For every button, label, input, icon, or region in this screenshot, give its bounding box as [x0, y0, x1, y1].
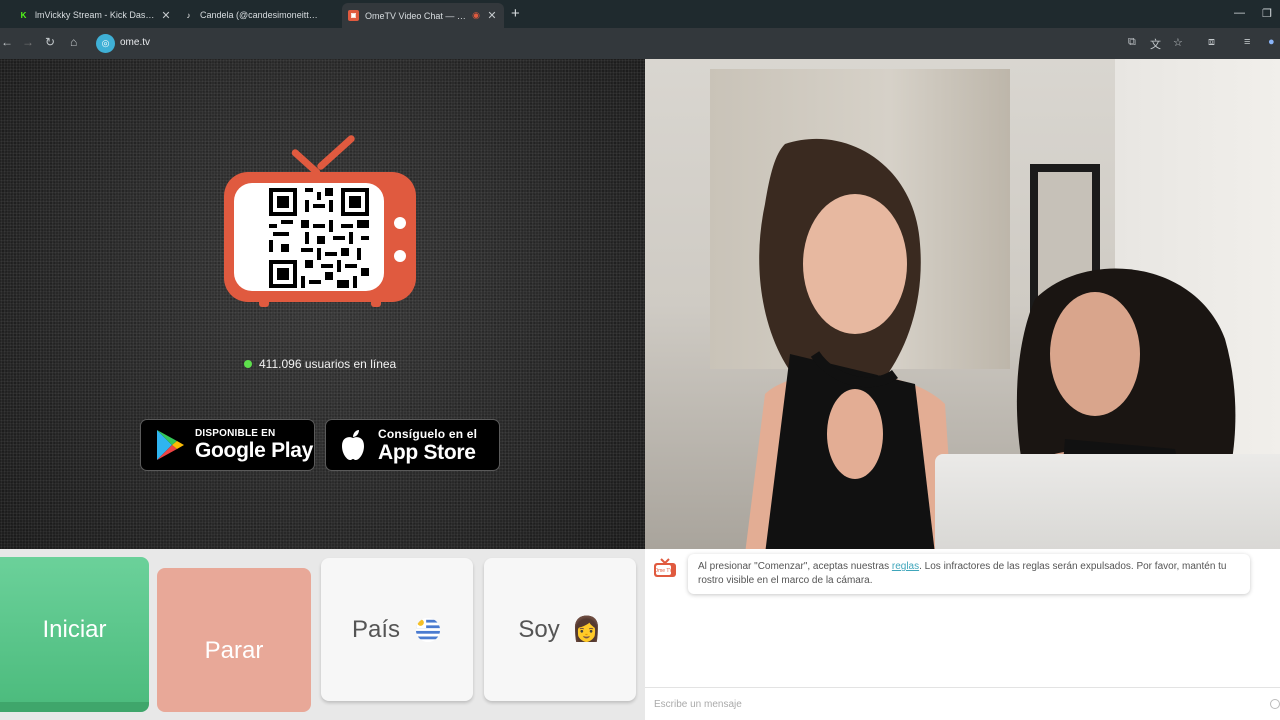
back-icon[interactable]: ←	[1, 35, 13, 49]
kick-icon: K	[20, 10, 27, 20]
tab-title: lmVickky Stream - Kick Dashbo	[35, 10, 156, 20]
address-bar[interactable]: ome.tv	[120, 37, 150, 48]
tv-foot	[371, 299, 381, 307]
tv-qr-logo	[224, 133, 416, 312]
cast-icon[interactable]: ⧉	[1128, 36, 1136, 49]
online-counter: 411.096 usuarios en línea	[244, 357, 396, 371]
antenna-right	[315, 133, 357, 172]
send-icon[interactable]	[1270, 699, 1280, 709]
restore-icon[interactable]: ❐	[1262, 7, 1272, 20]
extensions-icon[interactable]: ⧈	[1208, 36, 1215, 49]
browser-toolbar: ← → ↻ ⌂ ◎ ome.tv ⧉ 文 ☆ ⧈ ≡ ●	[0, 28, 1280, 59]
apple-icon	[336, 428, 370, 462]
tab-title: Candela (@candesimoneitt_) |	[200, 10, 319, 20]
message-input[interactable]	[645, 688, 1265, 720]
system-message: Al presionar "Comenzar", aceptas nuestra…	[688, 554, 1250, 594]
forward-icon[interactable]: →	[22, 35, 34, 49]
start-button[interactable]: Iniciar	[0, 557, 149, 712]
app-store-small-text: Consíguelo en el	[378, 426, 478, 441]
google-play-small-text: DISPONIBLE EN	[195, 428, 276, 439]
chat-controls: Iniciar Parar País Soy 👩	[0, 549, 645, 720]
google-play-big-text: Google Play	[195, 439, 314, 462]
online-count-text: 411.096 usuarios en línea	[259, 357, 397, 371]
tab-strip: K lmVickky Stream - Kick Dashbo ✕ ♪ Cand…	[0, 0, 1280, 28]
new-tab-icon[interactable]: +	[511, 5, 520, 22]
message-input-bar	[645, 687, 1280, 720]
country-selector[interactable]: País	[321, 558, 473, 701]
tab-ometv[interactable]: ▣ OmeTV Video Chat — Ome ◉ ✕	[342, 3, 504, 28]
reload-icon[interactable]: ↻	[45, 35, 55, 49]
ometv-icon: ▣	[348, 10, 359, 21]
site-info-icon[interactable]: ◎	[96, 34, 115, 53]
home-icon[interactable]: ⌂	[70, 35, 77, 49]
media-control-icon[interactable]: ≡	[1244, 36, 1250, 48]
minimize-icon[interactable]: —	[1234, 7, 1245, 19]
ometv-logo: Ome TV	[654, 558, 676, 577]
online-dot-icon	[244, 360, 252, 368]
self-camera-video	[645, 59, 1280, 549]
gender-label: Soy	[518, 615, 560, 643]
start-button-label: Iniciar	[42, 615, 107, 643]
close-icon[interactable]: ✕	[160, 9, 172, 22]
profile-icon[interactable]: ●	[1268, 36, 1275, 48]
tab-tiktok[interactable]: ♪ Candela (@candesimoneitt_) |	[183, 4, 335, 26]
tab-title: OmeTV Video Chat — Ome	[365, 10, 466, 21]
app-store-big-text: App Store	[378, 440, 476, 464]
svg-text:Ome TV: Ome TV	[654, 568, 673, 574]
tv-screen	[234, 183, 384, 291]
bookmark-star-icon[interactable]: ☆	[1173, 36, 1183, 49]
stop-button-label: Parar	[204, 637, 264, 664]
tiktok-icon: ♪	[186, 10, 191, 20]
tv-body	[224, 172, 416, 302]
tab-kick[interactable]: K lmVickky Stream - Kick Dashbo ✕	[18, 4, 172, 26]
qr-code[interactable]	[269, 188, 369, 288]
stranger-video-placeholder: 411.096 usuarios en línea DISPONIBLE EN …	[0, 59, 645, 549]
app-store-button[interactable]: Consíguelo en el App Store	[325, 419, 500, 471]
message-text: Al presionar "Comenzar", aceptas nuestra…	[698, 561, 892, 572]
stop-button[interactable]: Parar	[157, 568, 402, 712]
woman-emoji-icon: 👩	[571, 616, 602, 643]
tv-knob	[394, 217, 406, 229]
tv-foot	[259, 299, 269, 307]
close-icon[interactable]: ✕	[486, 9, 498, 22]
google-play-icon	[153, 428, 187, 462]
uruguay-flag-icon	[415, 617, 441, 642]
gender-selector[interactable]: Soy 👩	[484, 558, 636, 701]
chat-panel: Ome TV Al presionar "Comenzar", aceptas …	[645, 549, 1280, 720]
desk	[935, 454, 1280, 549]
country-label: País	[351, 615, 401, 643]
person-left	[745, 138, 955, 549]
tv-knob	[394, 250, 406, 262]
google-play-button[interactable]: DISPONIBLE EN Google Play	[140, 419, 315, 471]
translate-icon[interactable]: 文	[1150, 36, 1161, 52]
rules-link[interactable]: reglas	[892, 561, 919, 572]
recording-icon: ◉	[472, 10, 480, 20]
